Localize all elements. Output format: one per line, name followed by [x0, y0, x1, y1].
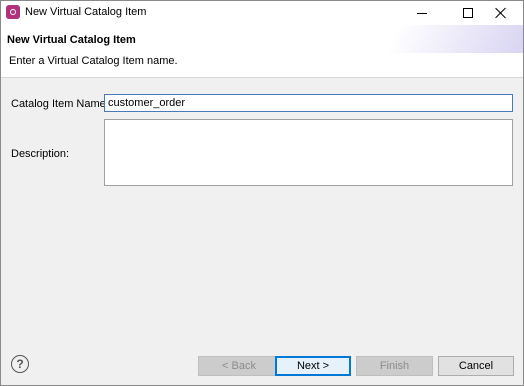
maximize-icon	[463, 8, 473, 18]
dialog-window: New Virtual Catalog Item New Virtual Cat…	[0, 0, 524, 386]
wizard-header: New Virtual Catalog Item Enter a Virtual…	[1, 25, 523, 78]
title-bar[interactable]: New Virtual Catalog Item	[1, 1, 523, 25]
cancel-button[interactable]: Cancel	[438, 356, 514, 376]
description-label: Description:	[11, 148, 70, 160]
page-message: Enter a Virtual Catalog Item name.	[9, 55, 178, 67]
minimize-icon	[417, 12, 427, 14]
back-button[interactable]: < Back	[198, 356, 280, 376]
window-title: New Virtual Catalog Item	[25, 6, 147, 18]
catalog-item-name-input[interactable]	[104, 94, 513, 112]
finish-button[interactable]: Finish	[356, 356, 433, 376]
description-input[interactable]	[104, 119, 513, 186]
help-icon[interactable]: ?	[11, 355, 29, 373]
app-icon	[6, 5, 20, 19]
next-button[interactable]: Next >	[275, 356, 351, 376]
header-decoration	[385, 25, 523, 53]
close-button[interactable]	[479, 1, 523, 25]
minimize-button[interactable]	[399, 1, 445, 25]
catalog-item-name-label: Catalog Item Name:	[11, 98, 109, 110]
close-icon	[495, 7, 507, 19]
page-title: New Virtual Catalog Item	[7, 34, 136, 46]
